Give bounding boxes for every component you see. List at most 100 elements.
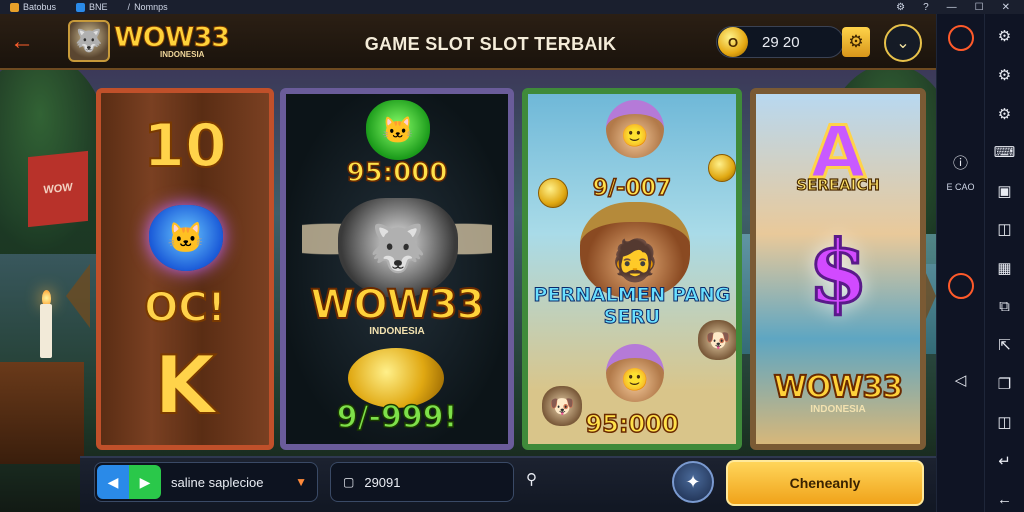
tool-keyboard[interactable]: ⌨ — [991, 140, 1019, 165]
settings-button[interactable]: ⚙ — [842, 27, 870, 57]
screen-icon: ◫ — [997, 221, 1012, 239]
app-icon — [10, 2, 19, 12]
keyboard-icon: ⌨ — [993, 144, 1016, 162]
window-titlebar: Batobus BNE / Nomnps ⚙ ? — ☐ ✕ — [0, 0, 1024, 14]
play-icon: ▶ — [139, 473, 151, 490]
tool-gear-3[interactable]: ⚙ — [991, 101, 1019, 126]
screenshot-icon: ▣ — [997, 182, 1012, 200]
slot-card-3[interactable]: 🙂 9/-007 🧔 PERNALMEN PANG SERU 🐶 🙂 🐶 95:… — [522, 88, 742, 450]
tool-copy[interactable]: ⧉ — [991, 294, 1019, 319]
window-tab-1[interactable]: Batobus — [0, 0, 66, 14]
person-icon: 🙂 — [606, 100, 664, 158]
id-value: 29091 — [364, 474, 401, 490]
gear-icon: ⚙ — [997, 28, 1012, 46]
location-icon — [947, 25, 974, 51]
card-logo-text: WOW33 — [310, 281, 486, 329]
game-selector[interactable]: ◀ ▶ saline saplecioe ▼ — [94, 462, 318, 502]
prev-icon: ◀ — [107, 473, 119, 490]
card-top-amount: 95:000 — [346, 157, 448, 189]
scroll-left-arrow[interactable] — [66, 264, 90, 328]
bag-icon: ◫ — [997, 414, 1012, 432]
selector-value: saline saplecioe — [171, 474, 264, 490]
dog-icon: 🐶 — [698, 320, 736, 360]
minimize-icon[interactable]: — — [947, 2, 957, 13]
chevron-down-icon: ⌄ — [896, 35, 910, 52]
card-logo-subtitle: INDONESIA — [369, 326, 425, 337]
back-triangle-icon: ◁ — [954, 372, 967, 389]
close-icon[interactable]: ✕ — [1002, 2, 1010, 13]
slot-card-4[interactable]: A SEREAICH $ WOW33 INDONESIA — [750, 88, 926, 450]
tool-apk[interactable]: ▦ — [991, 256, 1019, 281]
gear-icon: ⚙ — [848, 32, 864, 51]
side-sign: WOW — [28, 150, 88, 228]
settings-icon[interactable]: ⚙ — [896, 2, 905, 13]
green-cat-icon: 🐱 — [366, 100, 430, 160]
back-icon: ← — [997, 491, 1012, 509]
profile-button[interactable]: ⌄ — [884, 24, 922, 62]
blue-cat-icon: 🐱 — [149, 205, 223, 271]
sidebar-item-back[interactable]: ◁ — [947, 366, 975, 394]
window-controls: ⚙ ? — ☐ ✕ — [896, 2, 1024, 13]
copy-icon: ⧉ — [999, 298, 1010, 316]
star-icon: ✦ — [685, 471, 701, 492]
slot-card-1[interactable]: 10 🐱 OC! K — [96, 88, 274, 450]
sidebar-item-location[interactable] — [947, 24, 975, 52]
tool-expand[interactable]: ⇱ — [991, 333, 1019, 358]
slot-card-2[interactable]: 🐱 95:000 🐺 WOW33 INDONESIA 9/-999! — [280, 88, 514, 450]
gear-icon: ⚙ — [997, 66, 1012, 84]
coin-value: 29 20 — [762, 33, 800, 51]
game-header: ← 🐺 WOW33 INDONESIA GAME SLOT SLOT TERBA… — [0, 14, 936, 70]
help-icon[interactable]: ? — [923, 2, 929, 13]
sidebar-info-label: E CAO — [946, 182, 975, 192]
tool-screenshot[interactable]: ▣ — [991, 178, 1019, 203]
favorite-button[interactable]: ✦ — [672, 461, 714, 503]
play-toggle[interactable]: ◀ ▶ — [97, 465, 161, 499]
id-field[interactable]: ▢ 29091 — [330, 462, 514, 502]
game-viewport[interactable]: WOW ← 🐺 WOW33 INDONESIA GAME SLOT SLOT T… — [0, 14, 936, 512]
game-footer: ◀ ▶ saline saplecioe ▼ ▢ 29091 ⚲ ✦ Chene… — [80, 456, 936, 512]
window-tab-2[interactable]: BNE — [66, 0, 118, 14]
search-icon: ⚲ — [526, 471, 537, 488]
card-bottom-amount: 95:000 — [585, 409, 680, 439]
card-banner-text: PERNALMEN PANG SERU — [533, 284, 731, 329]
window-tab-3[interactable]: / Nomnps — [118, 0, 178, 14]
card-top-number: 10 — [142, 110, 228, 182]
window-tab-label: Nomnps — [134, 2, 168, 12]
bag-icon: ▢ — [343, 475, 355, 489]
app-root: Batobus BNE / Nomnps ⚙ ? — ☐ ✕ WOW ← 🐺 W… — [0, 0, 1024, 512]
emulator-sidebar: ⓘ E CAO ◁ — [936, 14, 984, 512]
window-tab-label: BNE — [89, 2, 108, 12]
tool-screen[interactable]: ◫ — [991, 217, 1019, 242]
tool-back-2[interactable]: ← — [991, 487, 1019, 512]
tool-gear-2[interactable]: ⚙ — [991, 63, 1019, 88]
tool-back-1[interactable]: ↵ — [991, 449, 1019, 474]
search-button[interactable]: ⚲ — [526, 470, 537, 488]
person-icon: 🙂 — [606, 344, 664, 402]
card-logo-text: WOW33 — [773, 369, 904, 406]
back-icon: ↵ — [998, 453, 1011, 470]
home-icon — [76, 2, 86, 12]
apk-icon: ▦ — [997, 259, 1012, 277]
pages-icon: ❐ — [997, 375, 1012, 393]
circle-icon — [947, 273, 974, 299]
card-bottom-amount: 9/-999! — [336, 399, 458, 436]
coin-balance[interactable]: O 29 20 — [716, 26, 844, 58]
dollar-symbol: $ — [807, 221, 870, 325]
tool-pages[interactable]: ❐ — [991, 371, 1019, 396]
info-icon: ⓘ — [952, 154, 968, 172]
card-letter-caption: SEREAICH — [796, 175, 881, 194]
candle — [40, 304, 52, 358]
wooden-table — [0, 362, 84, 464]
tool-bag[interactable]: ◫ — [991, 410, 1019, 435]
card-big-letter: K — [153, 338, 217, 433]
tab-divider: / — [127, 2, 131, 12]
tool-gear-1[interactable]: ⚙ — [991, 24, 1019, 49]
card-coin-text: OC! — [143, 284, 227, 332]
maximize-icon[interactable]: ☐ — [975, 2, 984, 13]
sidebar-item-info[interactable]: ⓘ — [947, 148, 975, 176]
coin-pile-icon — [348, 348, 444, 408]
card-logo-subtitle: INDONESIA — [810, 404, 866, 415]
sidebar-item-home[interactable] — [947, 272, 975, 300]
main-action-button[interactable]: Cheneanly — [726, 460, 924, 506]
card-top-amount: 9/-007 — [592, 175, 672, 202]
